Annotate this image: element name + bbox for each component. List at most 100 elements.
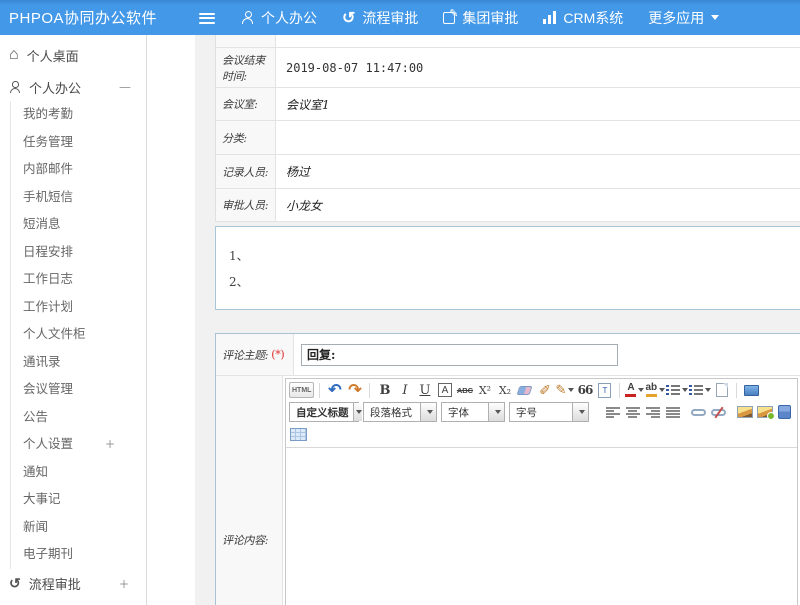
remove-link-button[interactable]	[709, 402, 728, 422]
blockquote-button[interactable]: 66	[575, 380, 594, 400]
custom-heading-select[interactable]: 自定义标题	[289, 402, 359, 422]
main-content: 会议结束时间: 2019-08-07 11:47:00 会议室: 会议室1 分类…	[148, 35, 800, 605]
sidebar-item-personal-files[interactable]: 个人文件柜	[0, 321, 146, 349]
expand-toggle[interactable]: +	[119, 577, 129, 591]
undo-icon[interactable]: ↶	[325, 380, 344, 400]
justify-button[interactable]	[663, 402, 682, 422]
expand-toggle[interactable]: +	[105, 431, 115, 459]
font-style-button[interactable]: A	[435, 380, 454, 400]
font-size-select[interactable]: 字号	[509, 402, 589, 422]
sidebar-item-attendance[interactable]: 我的考勤	[0, 101, 146, 129]
format-painter-icon[interactable]: ✎	[555, 380, 574, 400]
form-wrapper: 会议结束时间: 2019-08-07 11:47:00 会议室: 会议室1 分类…	[195, 35, 800, 605]
link-icon	[691, 409, 706, 416]
new-document-icon[interactable]	[712, 380, 731, 400]
sidebar-item-label: 流程审批	[29, 574, 81, 593]
nav-label: 个人办公	[261, 8, 317, 28]
editor-content-area[interactable]	[286, 448, 797, 605]
app-header: PHPOA协同办公软件 个人办公 流程审批 集团审批 CRM系统 更多应用	[0, 0, 800, 35]
sidebar-item-meeting-management[interactable]: 会议管理	[0, 376, 146, 404]
fullscreen-icon[interactable]	[742, 380, 761, 400]
sidebar-item-contacts[interactable]: 通讯录	[0, 349, 146, 377]
table-icon	[290, 428, 307, 441]
html-source-button[interactable]: HTML	[289, 382, 314, 398]
align-left-button[interactable]	[603, 402, 622, 422]
media-icon	[778, 405, 791, 419]
eraser-icon[interactable]	[515, 380, 534, 400]
align-left-icon	[606, 407, 620, 418]
row-value	[276, 121, 800, 154]
insert-link-button[interactable]	[689, 402, 708, 422]
insert-media-button[interactable]	[775, 402, 794, 422]
row-label: 会议结束时间:	[216, 48, 276, 87]
align-right-button[interactable]	[643, 402, 662, 422]
subscript-button[interactable]: X₂	[495, 380, 514, 400]
history-icon	[9, 576, 21, 591]
sidebar-item-work-log[interactable]: 工作日志	[0, 266, 146, 294]
sidebar-item-schedule[interactable]: 日程安排	[0, 239, 146, 267]
sidebar-item-sms[interactable]: 手机短信	[0, 184, 146, 212]
nav-workflow-approval[interactable]: 流程审批	[342, 8, 418, 28]
bold-button[interactable]: B	[375, 380, 394, 400]
table-row	[216, 35, 800, 48]
brush-icon[interactable]: ✐	[535, 380, 554, 400]
sidebar-item-task-management[interactable]: 任务管理	[0, 129, 146, 157]
top-navigation: 个人办公 流程审批 集团审批 CRM系统 更多应用	[241, 0, 719, 35]
table-row-approver: 审批人员: 小龙女	[216, 189, 800, 222]
paste-from-word-icon[interactable]: T	[595, 380, 614, 400]
underline-button[interactable]: U	[415, 380, 434, 400]
insert-image-button[interactable]	[735, 402, 754, 422]
sidebar-item-memorabilia[interactable]: 大事记	[0, 486, 146, 514]
strikethrough-button[interactable]: ABC	[455, 380, 474, 400]
nav-label: 流程审批	[362, 8, 418, 28]
redo-icon[interactable]: ↷	[345, 380, 364, 400]
comment-subject-label-cell: 评论主题: (*)	[216, 334, 294, 375]
upload-image-button[interactable]	[755, 402, 774, 422]
sidebar-item-personal-settings[interactable]: 个人设置+	[0, 431, 146, 459]
nav-more-apps[interactable]: 更多应用	[648, 8, 719, 28]
chevron-down-icon	[682, 388, 688, 392]
nav-group-approval[interactable]: 集团审批	[443, 8, 518, 28]
sidebar-item-short-message[interactable]: 短消息	[0, 211, 146, 239]
sidebar-item-announcement[interactable]: 公告	[0, 404, 146, 432]
row-value: 会议室1	[276, 88, 800, 120]
collapse-toggle[interactable]: —	[119, 80, 131, 94]
comment-subject-label: 评论主题:	[222, 347, 268, 363]
sidebar-item-news[interactable]: 新闻	[0, 514, 146, 542]
font-color-button[interactable]: A	[625, 380, 644, 400]
menu-toggle-icon[interactable]	[199, 10, 216, 26]
justify-icon	[666, 407, 680, 418]
chevron-down-icon	[568, 388, 574, 392]
sidebar-item-e-journal[interactable]: 电子期刊	[0, 541, 146, 569]
nav-crm-system[interactable]: CRM系统	[543, 8, 623, 28]
font-family-select[interactable]: 字体	[441, 402, 505, 422]
sidebar-item-workflow-approval[interactable]: 流程审批 +	[0, 569, 146, 599]
align-center-button[interactable]	[623, 402, 642, 422]
align-right-icon	[646, 407, 660, 418]
insert-table-button[interactable]	[289, 424, 308, 444]
superscript-button[interactable]: X²	[475, 380, 494, 400]
history-icon	[342, 10, 355, 26]
highlight-color-button[interactable]: ab	[645, 380, 665, 400]
sidebar-item-personal-office[interactable]: 个人办公 —	[0, 73, 146, 101]
sidebar-item-desktop[interactable]: 个人桌面	[0, 37, 146, 73]
required-mark: (*)	[271, 348, 284, 361]
chevron-down-icon	[495, 410, 501, 414]
sidebar-item-notice[interactable]: 通知	[0, 459, 146, 487]
toolbar-separator	[619, 383, 620, 398]
editor-toolbar-row2: 自定义标题 段落格式 字体	[286, 401, 797, 423]
app-logo: PHPOA协同办公软件	[0, 7, 157, 28]
nav-label: 集团审批	[462, 8, 518, 28]
ordered-list-button[interactable]	[666, 380, 688, 400]
unordered-list-button[interactable]	[689, 380, 711, 400]
sidebar-item-work-plan[interactable]: 工作计划	[0, 294, 146, 322]
sidebar-sublist: 我的考勤 任务管理 内部邮件 手机短信 短消息 日程安排 工作日志 工作计划 个…	[0, 101, 146, 569]
chevron-down-icon	[579, 410, 585, 414]
align-center-icon	[626, 407, 640, 418]
editor-toolbar-row1: HTML ↶ ↷ B I U A ABC X² X₂	[286, 379, 797, 401]
italic-button[interactable]: I	[395, 380, 414, 400]
sidebar-item-internal-mail[interactable]: 内部邮件	[0, 156, 146, 184]
nav-personal-office[interactable]: 个人办公	[241, 8, 317, 28]
comment-subject-input[interactable]	[301, 344, 618, 366]
paragraph-format-select[interactable]: 段落格式	[363, 402, 437, 422]
